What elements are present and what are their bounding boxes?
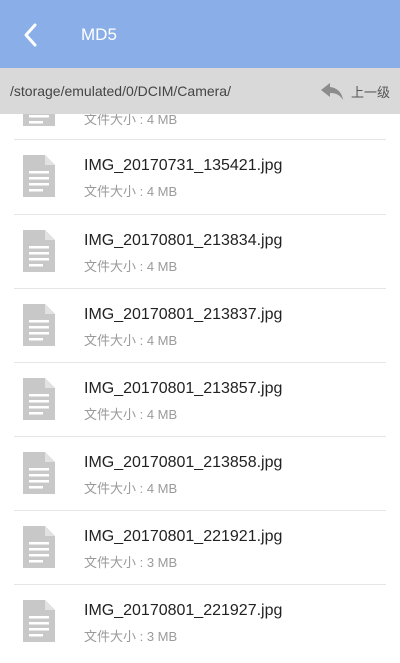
- file-size: 文件大小 : 4 MB: [84, 114, 178, 127]
- list-item[interactable]: IMG_20170801_221927.jpg 文件大小 : 3 MB: [0, 585, 400, 658]
- file-icon: [23, 304, 55, 346]
- parent-folder-button[interactable]: 上一级: [319, 68, 390, 114]
- file-name: IMG_20170801_221927.jpg: [84, 602, 283, 619]
- file-name: IMG_20170801_213837.jpg: [84, 306, 283, 323]
- list-item[interactable]: IMG_20170801_221921.jpg 文件大小 : 3 MB: [0, 511, 400, 584]
- file-size: 文件大小 : 4 MB: [84, 184, 178, 199]
- file-icon: [23, 230, 55, 272]
- file-size: 文件大小 : 3 MB: [84, 555, 178, 570]
- chevron-left-icon: [24, 23, 37, 47]
- file-size: 文件大小 : 4 MB: [84, 481, 178, 496]
- list-item[interactable]: IMG_20170801_213858.jpg 文件大小 : 4 MB: [0, 437, 400, 510]
- file-icon: [23, 526, 55, 568]
- file-name: IMG_20170801_213857.jpg: [84, 380, 283, 397]
- page-title: MD5: [81, 25, 117, 44]
- reply-arrow-icon: [320, 83, 343, 100]
- file-size: 文件大小 : 3 MB: [84, 629, 178, 644]
- file-icon: [23, 378, 55, 420]
- current-path: /storage/emulated/0/DCIM/Camera/: [10, 83, 231, 99]
- app-bar: MD5: [0, 0, 400, 68]
- file-icon: [23, 155, 55, 197]
- file-icon: [23, 600, 55, 642]
- parent-folder-label: 上一级: [350, 84, 390, 100]
- back-button[interactable]: [14, 18, 48, 52]
- list-item[interactable]: IMG_20170731_135421.jpg 文件大小 : 4 MB: [0, 140, 400, 213]
- file-icon: [23, 114, 55, 126]
- list-item[interactable]: IMG_20170801_213837.jpg 文件大小 : 4 MB: [0, 289, 400, 362]
- file-name: IMG_20170731_135421.jpg: [84, 157, 283, 174]
- list-item[interactable]: IMG_20170801_213834.jpg 文件大小 : 4 MB: [0, 215, 400, 288]
- file-size: 文件大小 : 4 MB: [84, 333, 178, 348]
- file-name: IMG_20170801_213834.jpg: [84, 232, 283, 249]
- list-item[interactable]: IMG_20170801_213857.jpg 文件大小 : 4 MB: [0, 363, 400, 436]
- file-list[interactable]: 文件大小 : 4 MB IMG_20170731_135421.jpg 文件大小…: [0, 114, 400, 663]
- file-name: IMG_20170801_221921.jpg: [84, 528, 283, 545]
- file-name: IMG_20170801_213858.jpg: [84, 454, 283, 471]
- file-size: 文件大小 : 4 MB: [84, 407, 178, 422]
- file-icon: [23, 452, 55, 494]
- path-bar: /storage/emulated/0/DCIM/Camera/ 上一级: [0, 68, 400, 114]
- list-item[interactable]: 文件大小 : 4 MB: [0, 114, 400, 128]
- file-size: 文件大小 : 4 MB: [84, 259, 178, 274]
